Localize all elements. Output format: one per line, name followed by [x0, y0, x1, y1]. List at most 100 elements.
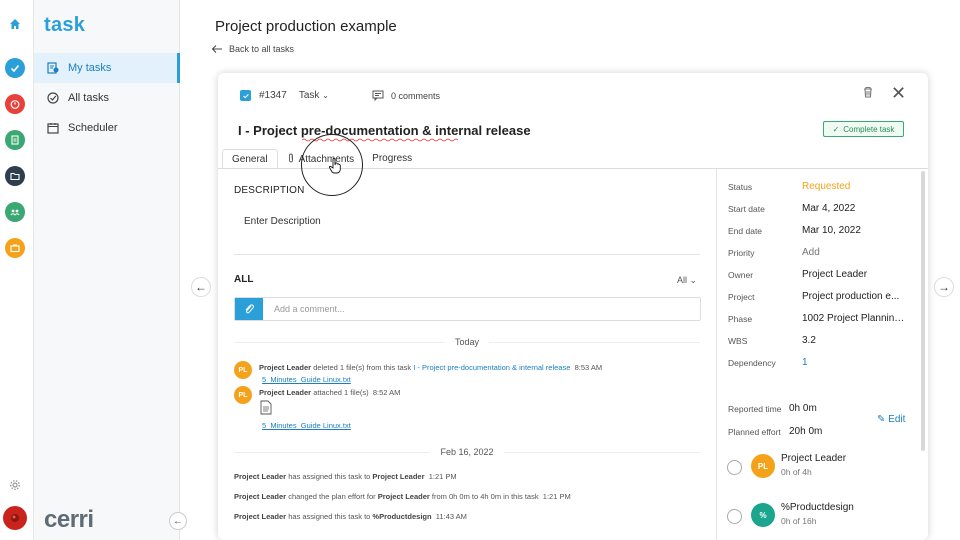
- status-value[interactable]: Requested: [802, 181, 908, 192]
- arrow-right-icon: →: [938, 280, 950, 294]
- gear-icon[interactable]: [5, 475, 25, 495]
- sidebar-item-scheduler[interactable]: Scheduler: [34, 113, 180, 143]
- planned-effort-value: 20h 0m: [789, 426, 823, 437]
- filter-label: All: [677, 275, 688, 285]
- activity-target: Project Leader: [372, 472, 425, 481]
- sidebar-item-label: My tasks: [68, 62, 112, 74]
- description-field[interactable]: Enter Description: [244, 216, 321, 227]
- tab-progress[interactable]: Progress: [363, 149, 421, 169]
- scrollbar[interactable]: [921, 171, 925, 451]
- home-icon[interactable]: [5, 14, 25, 34]
- activity-target: %Productdesign: [372, 512, 432, 521]
- activity-entry: Project Leader has assigned this task to…: [234, 512, 467, 521]
- comment-placeholder: Add a comment...: [274, 304, 345, 314]
- arrow-left-icon: ←: [173, 515, 183, 527]
- day-separator: Today: [218, 337, 716, 347]
- folder-icon[interactable]: [5, 166, 25, 186]
- complete-task-label: Complete task: [843, 124, 895, 134]
- app-logo[interactable]: task: [44, 14, 85, 37]
- edit-effort-button[interactable]: ✎ Edit: [877, 414, 905, 425]
- end-date-value[interactable]: Mar 10, 2022: [802, 225, 908, 236]
- project-label: Project: [728, 292, 755, 302]
- assignee-effort: 0h of 4h: [781, 467, 812, 477]
- task-id-row: #1347 Task ⌄: [240, 90, 329, 101]
- check-circle-icon[interactable]: [5, 58, 25, 78]
- project-value[interactable]: Project production e...: [802, 291, 908, 302]
- phase-value[interactable]: 1002 Project Planning...: [802, 313, 908, 324]
- wbs-value: 3.2: [802, 335, 816, 346]
- collapse-sidebar-button[interactable]: ←: [169, 512, 187, 530]
- sidebar-item-label: Scheduler: [68, 122, 118, 134]
- assignee-row: % %Productdesign 0h of 16h: [727, 500, 917, 530]
- document-icon[interactable]: [5, 130, 25, 150]
- arrow-left-icon: [211, 45, 222, 53]
- trash-icon[interactable]: [861, 85, 875, 99]
- close-icon[interactable]: ✕: [891, 83, 906, 104]
- owner-value[interactable]: Project Leader: [802, 269, 908, 280]
- task-id: #1347: [259, 90, 287, 101]
- comment-input[interactable]: Add a comment...: [234, 297, 701, 321]
- briefcase-icon[interactable]: [5, 238, 25, 258]
- task-type-dropdown[interactable]: Task ⌄: [299, 90, 329, 101]
- activity-text: has assigned this task to: [286, 472, 373, 481]
- tab-general[interactable]: General: [222, 149, 278, 169]
- activity-target: Project Leader: [377, 492, 430, 501]
- stopwatch-icon[interactable]: [5, 94, 25, 114]
- day-label: Feb 16, 2022: [430, 447, 504, 457]
- edit-label: Edit: [888, 414, 906, 425]
- end-date-label: End date: [728, 226, 763, 236]
- priority-value[interactable]: Add: [802, 247, 908, 258]
- tab-label: General: [232, 154, 268, 165]
- avatar: PL: [234, 361, 252, 379]
- team-icon[interactable]: [5, 202, 25, 222]
- back-link[interactable]: Back to all tasks: [211, 44, 294, 54]
- activity-text: from 0h 0m to 4h 0m in this task: [429, 492, 539, 501]
- complete-task-button[interactable]: ✓ Complete task: [823, 121, 904, 137]
- task-detail-panel: #1347 Task ⌄ 0 comments ✕ I - Project pr…: [218, 73, 928, 540]
- back-link-label: Back to all tasks: [229, 44, 295, 54]
- activity-entry: Project Leader deleted 1 file(s) from th…: [259, 363, 602, 372]
- file-icon[interactable]: [260, 400, 272, 415]
- phase-label: Phase: [728, 314, 753, 324]
- activity-time: 1:21 PM: [542, 492, 571, 501]
- paperclip-icon: [288, 153, 293, 163]
- file-link[interactable]: 5_Minutes_Guide Linux.txt: [262, 375, 351, 384]
- reported-time-value: 0h 0m: [789, 403, 817, 414]
- brand-logo: cerri: [44, 506, 94, 533]
- dependency-value[interactable]: 1: [802, 357, 908, 368]
- user-avatar[interactable]: [3, 506, 27, 530]
- sidebar-item-all-tasks[interactable]: All tasks: [34, 83, 180, 113]
- assignee-radio[interactable]: [727, 509, 742, 524]
- start-date-value[interactable]: Mar 4, 2022: [802, 203, 908, 214]
- chevron-down-icon: ⌄: [689, 275, 698, 285]
- general-tab-content: DESCRIPTION Enter Description ALL All ⌄ …: [218, 169, 716, 540]
- page-title: Project production example: [215, 18, 397, 35]
- activity-text: deleted 1 file(s) from this task: [311, 363, 414, 372]
- assignee-radio[interactable]: [727, 460, 742, 475]
- file-link[interactable]: 5_Minutes_Guide Linux.txt: [262, 421, 351, 430]
- attach-button[interactable]: [235, 298, 263, 320]
- activity-user: Project Leader: [259, 388, 312, 397]
- activity-filter-dropdown[interactable]: All ⌄: [677, 275, 697, 286]
- pencil-icon: ✎: [877, 414, 886, 425]
- paperclip-icon: [245, 304, 254, 314]
- description-heading: DESCRIPTION: [234, 185, 305, 196]
- divider: [234, 254, 700, 255]
- wbs-label: WBS: [728, 336, 748, 346]
- activity-entry: Project Leader has assigned this task to…: [234, 472, 457, 481]
- activity-time: 8:53 AM: [574, 363, 603, 372]
- activity-entry: Project Leader changed the plan effort f…: [234, 492, 571, 501]
- previous-task-button[interactable]: ←: [191, 277, 211, 297]
- comment-icon: [372, 90, 384, 101]
- activity-user: Project Leader: [234, 492, 287, 501]
- sidebar-item-my-tasks[interactable]: My tasks: [34, 53, 180, 83]
- next-task-button[interactable]: →: [934, 277, 954, 297]
- task-link[interactable]: I - Project pre-documentation & internal…: [413, 363, 570, 372]
- hand-cursor-icon: [329, 158, 341, 174]
- task-title[interactable]: I - Project pre-documentation & internal…: [238, 123, 531, 138]
- comments-count[interactable]: 0 comments: [372, 90, 440, 101]
- priority-label: Priority: [728, 248, 755, 258]
- assignee-effort: 0h of 16h: [781, 516, 817, 526]
- task-checkbox-icon[interactable]: [240, 90, 251, 101]
- activity-user: Project Leader: [234, 512, 287, 521]
